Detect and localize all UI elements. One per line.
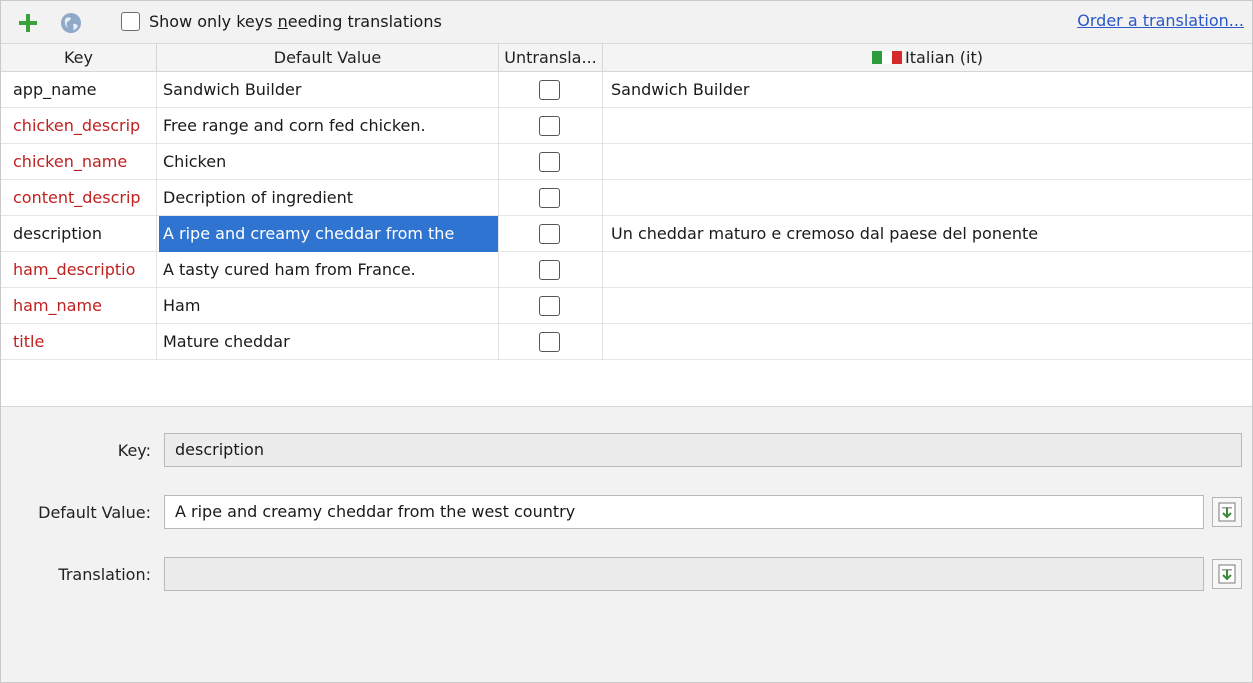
table-row[interactable]: title Mature cheddar [1, 324, 1252, 360]
italy-flag-icon [872, 45, 903, 64]
default-value-text: Chicken [163, 152, 227, 171]
default-value-text: Free range and corn fed chicken. [163, 116, 426, 135]
default-value-cell[interactable]: Chicken [157, 144, 499, 180]
untranslatable-cell [499, 108, 603, 144]
table-header: Key Default Value Untransla... Italian (… [1, 44, 1252, 72]
key-cell[interactable]: chicken_descrip [1, 108, 157, 144]
untranslatable-cell [499, 144, 603, 180]
translation-cell[interactable] [603, 252, 1252, 288]
untranslatable-cell [499, 72, 603, 108]
translation-cell[interactable] [603, 144, 1252, 180]
default-value-cell[interactable]: Mature cheddar [157, 324, 499, 360]
filter-keys-checkbox[interactable] [121, 12, 140, 31]
default-value-text: Sandwich Builder [163, 80, 302, 99]
default-value-label: Default Value: [38, 503, 151, 522]
multiline-edit-icon [1218, 502, 1236, 522]
untranslatable-checkbox[interactable] [539, 260, 560, 280]
column-header-italian[interactable]: Italian (it) [603, 44, 1252, 72]
entry-editor-panel: Key: description Default Value: A ripe a… [1, 406, 1252, 682]
key-cell[interactable]: title [1, 324, 157, 360]
order-translation-link[interactable]: Order a translation... [1077, 11, 1244, 30]
add-plus-icon[interactable] [15, 10, 41, 36]
key-cell[interactable]: app_name [1, 72, 157, 108]
table-row[interactable]: description A ripe and creamy cheddar fro… [1, 216, 1252, 252]
default-value-text: A tasty cured ham from France. [163, 260, 416, 279]
globe-icon[interactable] [58, 10, 84, 36]
default-value-cell[interactable]: Ham [157, 288, 499, 324]
table-row[interactable]: ham_descriptio A tasty cured ham from Fra… [1, 252, 1252, 288]
table-row[interactable]: ham_name Ham [1, 288, 1252, 324]
default-value-text: A ripe and creamy cheddar from the [159, 216, 498, 252]
column-header-default-value[interactable]: Default Value [157, 44, 499, 72]
translation-cell[interactable]: Un cheddar maturo e cremoso dal paese de… [603, 216, 1252, 252]
untranslatable-cell [499, 252, 603, 288]
key-cell[interactable]: description [1, 216, 157, 252]
untranslatable-cell [499, 288, 603, 324]
locale-label: Italian (it) [905, 48, 983, 67]
untranslatable-checkbox[interactable] [539, 188, 560, 208]
translation-cell[interactable] [603, 108, 1252, 144]
untranslatable-cell [499, 324, 603, 360]
key-cell[interactable]: chicken_name [1, 144, 157, 180]
default-value-text: Ham [163, 296, 201, 315]
multiline-edit-icon [1218, 564, 1236, 584]
key-cell[interactable]: ham_descriptio [1, 252, 157, 288]
translation-label: Translation: [58, 565, 151, 584]
default-value-cell[interactable]: Sandwich Builder [157, 72, 499, 108]
edit-translation-button[interactable] [1212, 559, 1242, 589]
edit-default-value-button[interactable] [1212, 497, 1242, 527]
key-cell[interactable]: ham_name [1, 288, 157, 324]
untranslatable-checkbox[interactable] [539, 80, 560, 100]
untranslatable-checkbox[interactable] [539, 116, 560, 136]
translation-field[interactable] [164, 557, 1204, 591]
filter-keys-label[interactable]: Show only keys needing translations [149, 12, 442, 31]
default-value-cell[interactable]: A ripe and creamy cheddar from the [157, 216, 499, 252]
default-value-text: Mature cheddar [163, 332, 290, 351]
translations-table: Key Default Value Untransla... Italian (… [1, 44, 1252, 406]
default-value-cell[interactable]: Free range and corn fed chicken. [157, 108, 499, 144]
key-cell[interactable]: content_descrip [1, 180, 157, 216]
table-row[interactable]: content_descrip Decription of ingredient [1, 180, 1252, 216]
key-field[interactable]: description [164, 433, 1242, 467]
untranslatable-cell [499, 180, 603, 216]
translation-cell[interactable] [603, 180, 1252, 216]
translations-editor: Show only keys needing translations Orde… [0, 0, 1253, 683]
toolbar: Show only keys needing translations Orde… [1, 1, 1252, 44]
untranslatable-checkbox[interactable] [539, 152, 560, 172]
untranslatable-checkbox[interactable] [539, 224, 560, 244]
default-value-cell[interactable]: Decription of ingredient [157, 180, 499, 216]
translation-cell[interactable] [603, 288, 1252, 324]
column-header-untranslatable[interactable]: Untransla... [499, 44, 603, 72]
table-row[interactable]: chicken_descrip Free range and corn fed c… [1, 108, 1252, 144]
column-header-key[interactable]: Key [1, 44, 157, 72]
key-label: Key: [117, 441, 151, 460]
untranslatable-checkbox[interactable] [539, 296, 560, 316]
translation-cell[interactable]: Sandwich Builder [603, 72, 1252, 108]
untranslatable-cell [499, 216, 603, 252]
untranslatable-checkbox[interactable] [539, 332, 560, 352]
table-row[interactable]: chicken_name Chicken [1, 144, 1252, 180]
translation-cell[interactable] [603, 324, 1252, 360]
table-row[interactable]: app_name Sandwich Builder Sandwich Builder [1, 72, 1252, 108]
default-value-cell[interactable]: A tasty cured ham from France. [157, 252, 499, 288]
default-value-field[interactable]: A ripe and creamy cheddar from the west … [164, 495, 1204, 529]
default-value-text: Decription of ingredient [163, 188, 354, 207]
